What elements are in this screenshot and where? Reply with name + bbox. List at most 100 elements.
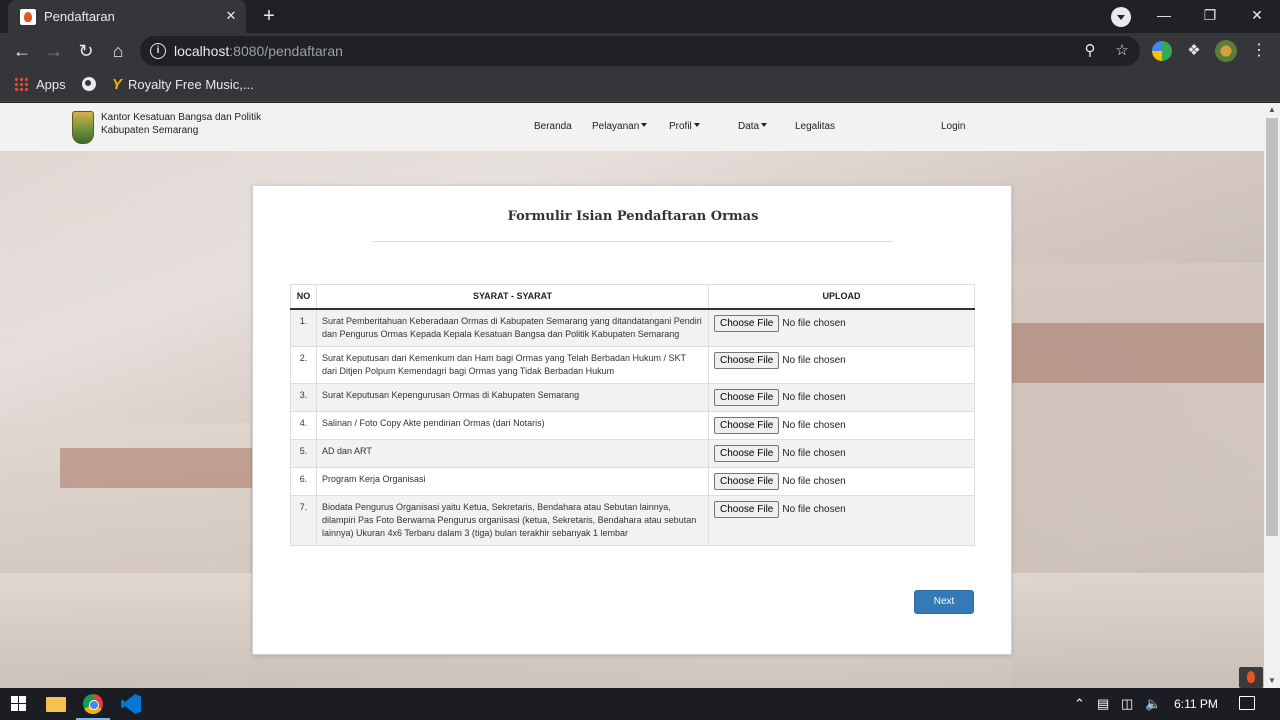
volume-muted-icon[interactable]: 🔈 <box>1145 696 1161 712</box>
clock-time[interactable]: 6:11 PM <box>1170 697 1222 711</box>
browser-toolbar: ← → ↻ ⌂ i localhost:8080/pendaftaran ⚲ ☆… <box>0 33 1280 69</box>
home-icon[interactable]: ⌂ <box>105 38 131 64</box>
win-pane <box>19 704 26 711</box>
tab-search-icon[interactable] <box>1111 7 1131 27</box>
win-pane <box>11 696 18 703</box>
file-status: No file chosen <box>782 447 846 459</box>
row-upload: Choose File No file chosen <box>708 410 975 440</box>
nav-beranda[interactable]: Beranda <box>534 121 572 132</box>
globe-icon <box>82 77 96 91</box>
row-number: 3. <box>290 382 317 412</box>
menu-kebab-icon[interactable]: ⋮ <box>1246 38 1272 64</box>
start-windows-icon[interactable] <box>9 692 33 716</box>
battery-icon[interactable]: ▤ <box>1097 696 1109 712</box>
floating-flame-icon[interactable] <box>1239 667 1263 688</box>
table-row: 6. Program Kerja Organisasi Choose File N… <box>290 466 975 496</box>
file-explorer-icon[interactable] <box>46 697 66 712</box>
background-roof-right <box>1012 323 1264 383</box>
bookmark-royalty-label: Royalty Free Music,... <box>128 77 254 92</box>
row-upload: Choose File No file chosen <box>708 345 975 384</box>
reload-icon[interactable]: ↻ <box>73 38 99 64</box>
brand-line2: Kabupaten Semarang <box>101 125 199 136</box>
table-row: 7. Biodata Pengurus Organisasi yaitu Ket… <box>290 494 975 546</box>
site-favicon-icon <box>20 9 36 25</box>
table-row: 5. AD dan ART Choose File No file chosen <box>290 438 975 468</box>
back-icon[interactable]: ← <box>9 38 35 64</box>
bookmark-globe[interactable] <box>82 76 96 94</box>
url-text[interactable]: localhost:8080/pendaftaran <box>174 43 343 59</box>
windows-taskbar: ⌃ ▤ ◫ 🔈 6:11 PM <box>0 688 1280 720</box>
nav-legalitas[interactable]: Legalitas <box>795 121 835 132</box>
site-header: Kantor Kesatuan Bangsa dan Politik Kabup… <box>0 103 1264 151</box>
restore-button[interactable]: ❐ <box>1187 0 1233 31</box>
extension-icon[interactable] <box>1152 41 1172 61</box>
nav-pelayanan[interactable]: Pelayanan <box>592 121 648 132</box>
choose-file-button[interactable]: Choose File <box>714 472 780 490</box>
title-divider <box>373 241 893 242</box>
tray-chevron-up-icon[interactable]: ⌃ <box>1074 696 1085 712</box>
win-pane <box>19 696 26 703</box>
bookmark-apps-label: Apps <box>36 77 66 92</box>
apps-grid-icon <box>14 77 28 91</box>
next-button[interactable]: Next <box>914 590 974 614</box>
nav-pelayanan-label: Pelayanan <box>592 121 640 132</box>
choose-file-button[interactable]: Choose File <box>714 314 780 332</box>
brand-text[interactable]: Kantor Kesatuan Bangsa dan Politik Kabup… <box>101 111 261 137</box>
header-no: NO <box>290 284 317 310</box>
chrome-icon[interactable] <box>83 694 103 714</box>
row-requirement: Program Kerja Organisasi <box>316 466 709 496</box>
url-host: localhost <box>174 43 230 59</box>
row-requirement: Salinan / Foto Copy Akte pendirian Ormas… <box>316 410 709 440</box>
row-upload: Choose File No file chosen <box>708 466 975 496</box>
nav-data[interactable]: Data <box>738 121 768 132</box>
site-info-icon[interactable]: i <box>150 43 166 59</box>
bookmark-apps[interactable]: Apps <box>14 76 66 94</box>
bookmark-royalty[interactable]: Y Royalty Free Music,... <box>112 76 254 94</box>
page-scrollbar[interactable]: ▲ ▼ <box>1264 103 1280 688</box>
scroll-up-icon[interactable]: ▲ <box>1264 103 1280 117</box>
regency-logo[interactable] <box>72 111 94 144</box>
zoom-icon[interactable]: ⚲ <box>1080 41 1100 61</box>
address-bar[interactable]: i localhost:8080/pendaftaran ⚲ ☆ <box>140 36 1140 66</box>
action-center-icon[interactable] <box>1239 696 1255 710</box>
extensions-puzzle-icon[interactable]: ❖ <box>1181 38 1207 64</box>
scroll-down-icon[interactable]: ▼ <box>1264 674 1280 688</box>
url-path: :8080/pendaftaran <box>229 43 343 59</box>
nav-profil-label: Profil <box>669 121 692 132</box>
bookmark-star-icon[interactable]: ☆ <box>1112 41 1132 61</box>
profile-avatar[interactable] <box>1215 40 1237 62</box>
row-requirement: AD dan ART <box>316 438 709 468</box>
nav-login[interactable]: Login <box>941 121 965 132</box>
row-requirement: Surat Keputusan Kepengurusan Ormas di Ka… <box>316 382 709 412</box>
close-window-button[interactable]: ✕ <box>1234 0 1280 31</box>
row-number: 6. <box>290 466 317 496</box>
close-tab-icon[interactable]: ✕ <box>222 7 240 25</box>
network-icon[interactable]: ◫ <box>1121 696 1133 712</box>
caret-down-icon <box>641 123 648 127</box>
nav-data-label: Data <box>738 121 760 132</box>
new-tab-button[interactable]: + <box>257 5 281 29</box>
background-roof-left <box>60 448 260 488</box>
choose-file-button[interactable]: Choose File <box>714 388 780 406</box>
registration-form-card: Formulir Isian Pendaftaran Ormas NO SYAR… <box>252 185 1012 655</box>
vscode-icon[interactable] <box>121 694 141 714</box>
file-status: No file chosen <box>782 475 846 487</box>
header-syarat: SYARAT - SYARAT <box>316 284 709 310</box>
choose-file-button[interactable]: Choose File <box>714 500 780 518</box>
row-number: 7. <box>290 494 317 546</box>
tab-strip: Pendaftaran ✕ + — ❐ ✕ <box>0 0 1280 33</box>
nav-profil[interactable]: Profil <box>669 121 700 132</box>
header-upload: UPLOAD <box>708 284 975 310</box>
row-upload: Choose File No file chosen <box>708 438 975 468</box>
choose-file-button[interactable]: Choose File <box>714 444 780 462</box>
tab-pendaftaran[interactable]: Pendaftaran ✕ <box>8 0 246 33</box>
row-number: 5. <box>290 438 317 468</box>
choose-file-button[interactable]: Choose File <box>714 416 780 434</box>
scroll-thumb[interactable] <box>1266 118 1278 536</box>
forward-icon[interactable]: → <box>41 38 67 64</box>
minimize-button[interactable]: — <box>1141 0 1187 31</box>
form-title: Formulir Isian Pendaftaran Ormas <box>507 209 759 224</box>
choose-file-button[interactable]: Choose File <box>714 351 780 369</box>
file-status: No file chosen <box>782 391 846 403</box>
tab-title: Pendaftaran <box>44 9 115 24</box>
